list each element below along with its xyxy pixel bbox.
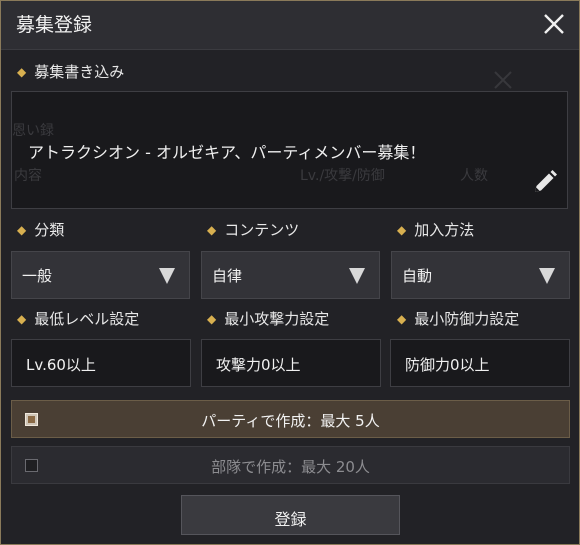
dropdown-arrow-icon <box>159 268 175 284</box>
diamond-icon: ◆ <box>397 223 407 237</box>
contents-value: 自律 <box>212 267 243 285</box>
post-text: アトラクシオン - オルゼキア、パーティメンバー募集！ <box>28 143 426 162</box>
min-defense-value: 防御力0以上 <box>405 356 490 374</box>
min-level-label-text: 最低レベル設定 <box>34 310 140 328</box>
diamond-icon: ◆ <box>207 312 217 326</box>
post-label-text: 募集書き込み <box>34 63 125 81</box>
contents-label-text: コンテンツ <box>224 221 300 239</box>
recruit-dialog: 募集登録 ◆ 募集書き込み 恩い録 内容 Lv./攻撃/防御 人数 アトラクシオン… <box>0 0 580 545</box>
diamond-icon: ◆ <box>207 223 217 237</box>
dialog-title: 募集登録 <box>16 14 93 36</box>
min-defense-label-text: 最小防御力設定 <box>414 310 520 328</box>
pencil-icon[interactable] <box>531 168 559 196</box>
min-level-value: Lv.60以上 <box>26 356 96 374</box>
min-attack-field[interactable]: 攻撃力0以上 <box>201 339 381 387</box>
min-attack-label: ◆ 最小攻撃力設定 <box>207 308 329 329</box>
min-level-field[interactable]: Lv.60以上 <box>11 339 191 387</box>
min-level-label: ◆ 最低レベル設定 <box>17 308 139 329</box>
dialog-titlebar: 募集登録 <box>1 1 579 50</box>
diamond-icon: ◆ <box>397 312 407 326</box>
join-select[interactable]: 自動 <box>391 251 570 299</box>
min-attack-value: 攻撃力0以上 <box>216 356 301 374</box>
background-close-icon <box>494 71 512 89</box>
background-ghost-text: 内容 <box>14 168 42 184</box>
join-value: 自動 <box>402 267 433 285</box>
join-label: ◆ 加入方法 <box>397 219 474 240</box>
min-defense-label: ◆ 最小防御力設定 <box>397 308 519 329</box>
post-label: ◆ 募集書き込み <box>17 61 124 82</box>
post-textarea[interactable]: 恩い録 内容 Lv./攻撃/防御 人数 アトラクシオン - オルゼキア、パーティ… <box>11 91 568 209</box>
contents-select[interactable]: 自律 <box>201 251 380 299</box>
join-label-text: 加入方法 <box>414 221 475 239</box>
party-option-label: パーティで作成：最大 5人 <box>201 412 380 430</box>
troop-option-label: 部隊で作成：最大 20人 <box>211 458 370 476</box>
category-label-text: 分類 <box>34 221 65 239</box>
background-ghost-text: Lv./攻撃/防御 <box>300 168 385 184</box>
category-select[interactable]: 一般 <box>11 251 190 299</box>
troop-option[interactable]: 部隊で作成：最大 20人 <box>11 446 570 484</box>
background-ghost-text: 人数 <box>460 168 488 184</box>
diamond-icon: ◆ <box>17 312 27 326</box>
register-button[interactable]: 登録 <box>181 495 400 535</box>
min-defense-field[interactable]: 防御力0以上 <box>390 339 570 387</box>
party-option[interactable]: パーティで作成：最大 5人 <box>11 400 570 438</box>
dropdown-arrow-icon <box>349 268 365 284</box>
register-button-label: 登録 <box>274 510 307 529</box>
background-ghost-text: 恩い録 <box>12 123 54 139</box>
diamond-icon: ◆ <box>17 223 27 237</box>
dropdown-arrow-icon <box>539 268 555 284</box>
min-attack-label-text: 最小攻撃力設定 <box>224 310 330 328</box>
contents-label: ◆ コンテンツ <box>207 219 299 240</box>
close-icon[interactable] <box>541 11 567 37</box>
category-value: 一般 <box>22 267 53 285</box>
diamond-icon: ◆ <box>17 65 27 79</box>
category-label: ◆ 分類 <box>17 219 64 240</box>
